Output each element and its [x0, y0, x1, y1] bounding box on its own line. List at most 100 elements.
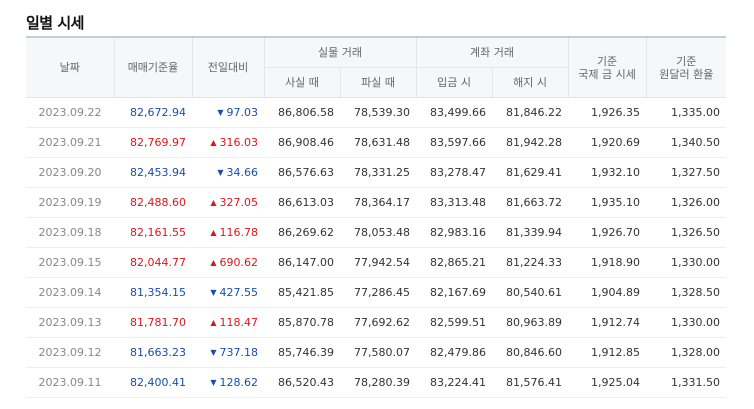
cell-intl-gold: 1,935.10: [568, 187, 647, 218]
cell-transfer-send: 82,983.16: [416, 217, 493, 248]
cell-date: 2023.09.14: [26, 277, 114, 308]
cell-date: 2023.09.13: [26, 307, 114, 338]
cell-change: ▲ 690.62: [192, 247, 264, 278]
table-row: 2023.09.15 82,044.77 ▲ 690.62 86,147.00 77,94…: [26, 247, 727, 278]
cell-transfer-send: 83,597.66: [416, 127, 493, 158]
cell-cash-sell: 78,631.48: [340, 127, 417, 158]
cell-usd-krw: 1,327.50: [646, 157, 727, 188]
arrow-up-icon: ▲: [210, 228, 217, 237]
cell-transfer-send: 82,479.86: [416, 337, 493, 368]
cell-base-rate: 82,488.60: [114, 187, 192, 218]
cell-date: 2023.09.20: [26, 157, 114, 188]
cell-date: 2023.09.12: [26, 337, 114, 368]
arrow-down-icon: ▼: [210, 348, 217, 357]
cell-transfer-receive: 81,846.22: [492, 97, 569, 128]
cell-cash-sell: 77,942.54: [340, 247, 417, 278]
cell-base-rate: 82,453.94: [114, 157, 192, 188]
cell-change: ▼ 34.66: [192, 157, 264, 188]
cell-cash-buy: 86,576.63: [264, 157, 340, 188]
table-row: 2023.09.19 82,488.60 ▲ 327.05 86,613.03 78,36…: [26, 187, 727, 218]
change-value: 97.03: [226, 106, 259, 119]
table-row: 2023.09.22 82,672.94 ▼ 97.03 86,806.58 78,539…: [26, 97, 727, 128]
header-cash-buy: 사실 때: [263, 67, 340, 98]
daily-price-panel: 일별 시세 날짜 매매기준율 전일대비 실물 거래 계좌 거래 기준 국제 금 …: [0, 0, 754, 409]
section-title: 일별 시세: [26, 14, 84, 32]
arrow-up-icon: ▲: [210, 198, 217, 207]
arrow-up-icon: ▲: [210, 138, 217, 147]
cell-cash-sell: 78,364.17: [340, 187, 417, 218]
change-value: 427.55: [219, 286, 259, 299]
cell-intl-gold: 1,920.69: [568, 127, 647, 158]
change-value: 118.47: [219, 316, 259, 329]
cell-transfer-receive: 80,846.60: [492, 337, 569, 368]
arrow-down-icon: ▼: [210, 288, 217, 297]
arrow-down-icon: ▼: [217, 108, 224, 117]
arrow-up-icon: ▲: [210, 318, 217, 327]
cell-cash-buy: 86,269.62: [264, 217, 340, 248]
cell-intl-gold: 1,912.85: [568, 337, 647, 368]
cell-base-rate: 82,400.41: [114, 367, 192, 398]
cell-transfer-receive: 81,629.41: [492, 157, 569, 188]
arrow-down-icon: ▼: [217, 168, 224, 177]
cell-change: ▲ 116.78: [192, 217, 264, 248]
cell-transfer-send: 82,599.51: [416, 307, 493, 338]
cell-cash-sell: 77,580.07: [340, 337, 417, 368]
cell-change: ▲ 118.47: [192, 307, 264, 338]
cell-usd-krw: 1,330.00: [646, 307, 727, 338]
header-usd-krw: 기준 원달러 환율: [645, 36, 727, 98]
change-value: 327.05: [219, 196, 259, 209]
table-body: 2023.09.22 82,672.94 ▼ 97.03 86,806.58 78,539…: [26, 97, 727, 398]
cell-base-rate: 82,672.94: [114, 97, 192, 128]
cell-date: 2023.09.18: [26, 217, 114, 248]
cell-change: ▲ 316.03: [192, 127, 264, 158]
header-base-rate: 매매기준율: [113, 36, 192, 98]
header-date: 날짜: [26, 36, 114, 98]
change-value: 34.66: [226, 166, 259, 179]
arrow-down-icon: ▼: [210, 378, 217, 387]
cell-usd-krw: 1,335.00: [646, 97, 727, 128]
cell-cash-sell: 77,286.45: [340, 277, 417, 308]
cell-transfer-send: 83,224.41: [416, 367, 493, 398]
table-row: 2023.09.13 81,781.70 ▲ 118.47 85,870.78 77,69…: [26, 307, 727, 338]
cell-usd-krw: 1,326.50: [646, 217, 727, 248]
change-value: 690.62: [219, 256, 259, 269]
arrow-up-icon: ▲: [210, 258, 217, 267]
cell-base-rate: 81,354.15: [114, 277, 192, 308]
change-value: 737.18: [219, 346, 259, 359]
cell-intl-gold: 1,918.90: [568, 247, 647, 278]
cell-cash-buy: 86,613.03: [264, 187, 340, 218]
cell-transfer-receive: 81,224.33: [492, 247, 569, 278]
header-change: 전일대비: [191, 36, 264, 98]
table-row: 2023.09.14 81,354.15 ▼ 427.55 85,421.85 77,28…: [26, 277, 727, 308]
table-row: 2023.09.20 82,453.94 ▼ 34.66 86,576.63 78,331…: [26, 157, 727, 188]
cell-cash-buy: 86,908.46: [264, 127, 340, 158]
cell-intl-gold: 1,926.35: [568, 97, 647, 128]
header-transfer-group: 계좌 거래: [415, 36, 569, 68]
cell-cash-sell: 78,331.25: [340, 157, 417, 188]
cell-cash-sell: 78,053.48: [340, 217, 417, 248]
cell-date: 2023.09.11: [26, 367, 114, 398]
cell-transfer-receive: 81,339.94: [492, 217, 569, 248]
cell-date: 2023.09.21: [26, 127, 114, 158]
cell-intl-gold: 1,926.70: [568, 217, 647, 248]
header-intl-gold: 기준 국제 금 시세: [567, 36, 647, 98]
cell-change: ▼ 128.62: [192, 367, 264, 398]
cell-usd-krw: 1,331.50: [646, 367, 727, 398]
cell-base-rate: 82,044.77: [114, 247, 192, 278]
change-value: 316.03: [219, 136, 259, 149]
cell-cash-buy: 85,421.85: [264, 277, 340, 308]
table-row: 2023.09.18 82,161.55 ▲ 116.78 86,269.62 78,05…: [26, 217, 727, 248]
cell-base-rate: 82,161.55: [114, 217, 192, 248]
table-header: 날짜 매매기준율 전일대비 실물 거래 계좌 거래 기준 국제 금 시세 기준 …: [26, 36, 727, 98]
cell-change: ▼ 737.18: [192, 337, 264, 368]
header-cash-group: 실물 거래: [263, 36, 417, 68]
cell-base-rate: 82,769.97: [114, 127, 192, 158]
cell-date: 2023.09.22: [26, 97, 114, 128]
cell-date: 2023.09.15: [26, 247, 114, 278]
cell-usd-krw: 1,328.00: [646, 337, 727, 368]
cell-base-rate: 81,663.23: [114, 337, 192, 368]
cell-change: ▼ 427.55: [192, 277, 264, 308]
cell-base-rate: 81,781.70: [114, 307, 192, 338]
cell-transfer-send: 82,167.69: [416, 277, 493, 308]
daily-price-table: 날짜 매매기준율 전일대비 실물 거래 계좌 거래 기준 국제 금 시세 기준 …: [26, 36, 727, 398]
